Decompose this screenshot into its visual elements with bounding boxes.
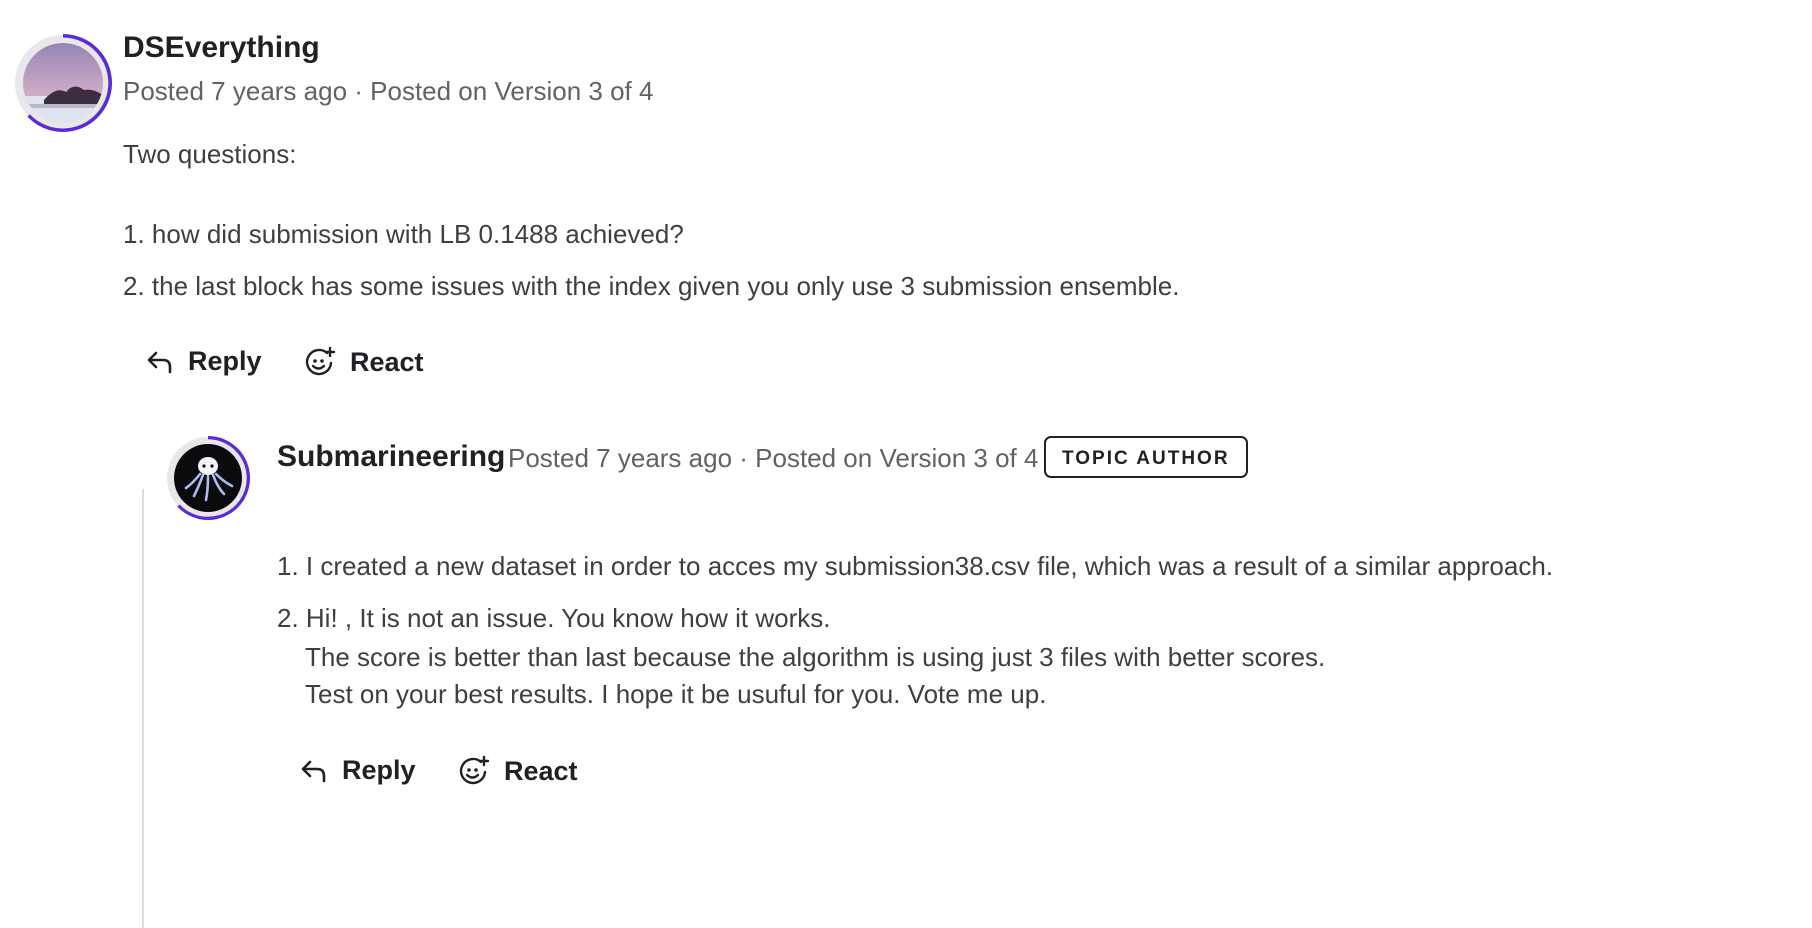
thread-line	[142, 489, 144, 928]
reply-item-2-line-1: 2. Hi! , It is not an issue. You know ho…	[277, 603, 831, 633]
reply-reply-label: Reply	[342, 755, 416, 785]
comment-author[interactable]: DSEverything	[123, 31, 320, 65]
reply-meta: Posted 7 years ago · Posted on Version 3…	[508, 443, 1039, 473]
reply-react-label: React	[504, 755, 578, 786]
react-label: React	[350, 346, 424, 377]
reply-item-2-line-3: Test on your best results. I hope it be …	[305, 679, 1047, 709]
comment-item-2: 2. the last block has some issues with t…	[123, 271, 1180, 301]
reply-arrow-icon	[301, 760, 326, 782]
react-button[interactable]: React	[304, 346, 424, 378]
comment-intro: Two questions:	[123, 139, 297, 169]
comment-meta: Posted 7 years ago · Posted on Version 3…	[123, 76, 654, 106]
add-reaction-icon	[459, 755, 490, 785]
add-reaction-icon	[305, 346, 336, 376]
avatar-dseverything[interactable]	[14, 34, 112, 132]
comment-item-1: 1. how did submission with LB 0.1488 ach…	[123, 219, 684, 249]
reply-item-2-line-2: The score is better than last because th…	[305, 642, 1326, 672]
reply-react-button[interactable]: React	[458, 755, 578, 787]
reply-author[interactable]: Submarineering	[277, 440, 505, 474]
reply-arrow-icon	[147, 351, 172, 373]
avatar-submarineering-image	[167, 436, 250, 520]
reply-reply-button[interactable]: Reply	[300, 755, 416, 786]
avatar-dseverything-image	[15, 34, 112, 132]
reply-label: Reply	[188, 346, 262, 376]
topic-author-badge: TOPIC AUTHOR	[1044, 436, 1248, 478]
reply-button[interactable]: Reply	[146, 346, 262, 377]
avatar-submarineering[interactable]	[166, 436, 250, 520]
reply-item-1: 1. I created a new dataset in order to a…	[277, 551, 1554, 581]
